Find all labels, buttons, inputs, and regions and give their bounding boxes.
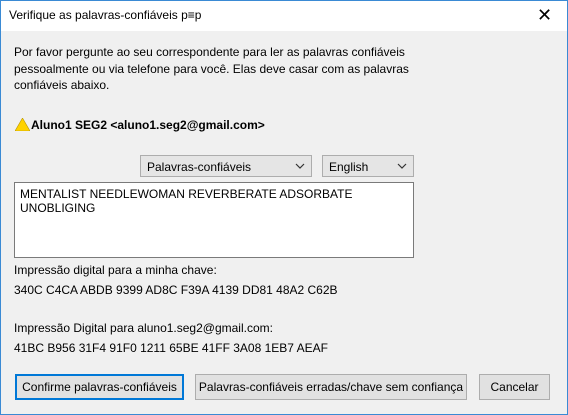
cancel-button[interactable]: Cancelar [479,374,550,400]
own-fingerprint-label: Impressão digital para a minha chave: [14,263,217,277]
title-bar: Verifique as palavras-confiáveis p≡p ✕ [1,1,567,31]
partner-fingerprint-label: Impressão Digital para aluno1.seg2@gmail… [14,321,273,335]
language-select[interactable]: English [322,155,414,177]
close-icon[interactable]: ✕ [522,1,567,30]
own-fingerprint-value: 340C C4CA ABDB 9399 AD8C F39A 4139 DD81 … [14,283,338,297]
trustwords-box[interactable]: MENTALIST NEEDLEWOMAN REVERBERATE ADSORB… [14,182,414,258]
mode-select[interactable]: Palavras-confiáveis [140,155,312,177]
window-title: Verifique as palavras-confiáveis p≡p [9,8,202,22]
dialog-window: Verifique as palavras-confiáveis p≡p ✕ P… [0,0,568,415]
wrong-trustwords-button[interactable]: Palavras-confiáveis erradas/chave sem co… [195,374,467,400]
chevron-down-icon [397,163,407,169]
confirm-trustwords-button[interactable]: Confirme palavras-confiáveis [15,374,184,400]
chevron-down-icon [295,163,305,169]
mode-select-value: Palavras-confiáveis [147,160,252,174]
warning-triangle-icon [15,118,30,131]
intro-text: Por favor pergunte ao seu correspondente… [14,45,409,92]
partner-fingerprint-value: 41BC B956 31F4 91F0 1211 65BE 41FF 3A08 … [14,341,328,355]
recipient-label: Aluno1 SEG2 <aluno1.seg2@gmail.com> [31,118,265,132]
language-select-value: English [329,160,369,174]
